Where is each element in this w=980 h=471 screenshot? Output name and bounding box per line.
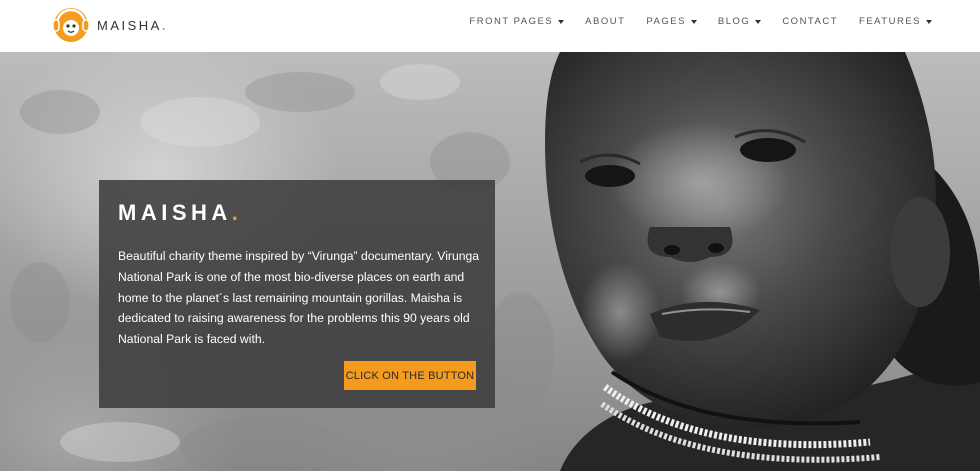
caret-down-icon <box>558 19 565 24</box>
nav-label: FEATURES <box>859 16 921 27</box>
site-header: MAISHA. FRONT PAGES ABOUT PAGES BLOG CON… <box>0 0 980 52</box>
hero-title-dot: . <box>231 200 243 225</box>
site-logo[interactable]: MAISHA. <box>50 5 168 45</box>
hero-title: MAISHA. <box>118 200 242 226</box>
caret-down-icon <box>926 19 932 24</box>
logo-text: MAISHA. <box>97 18 168 33</box>
main-nav: FRONT PAGES ABOUT PAGES BLOG CONTACT FEA… <box>469 16 932 27</box>
monkey-with-headphones-icon <box>52 8 90 42</box>
nav-label: CONTACT <box>782 16 839 27</box>
nav-item-blog[interactable]: BLOG <box>717 16 762 27</box>
hero-content-box: MAISHA. Beautiful charity theme inspired… <box>99 180 495 408</box>
hero-description: Beautiful charity theme inspired by “Vir… <box>118 249 480 347</box>
cta-button[interactable]: CLICK ON THE BUTTON <box>344 361 476 390</box>
nav-item-pages[interactable]: PAGES <box>646 16 697 27</box>
nav-item-front-pages[interactable]: FRONT PAGES <box>469 16 565 27</box>
nav-item-about[interactable]: ABOUT <box>585 16 625 27</box>
caret-down-icon <box>755 19 762 24</box>
nav-label: ABOUT <box>585 16 626 27</box>
nav-label: FRONT PAGES <box>469 16 554 27</box>
nav-label: BLOG <box>717 16 751 27</box>
hero-section: MAISHA. Beautiful charity theme inspired… <box>0 52 980 471</box>
brand-name: MAISHA <box>97 17 162 33</box>
nav-item-contact[interactable]: CONTACT <box>782 16 838 27</box>
hero-title-text: MAISHA <box>118 200 232 225</box>
brand-dot: . <box>161 17 168 33</box>
nav-item-features[interactable]: FEATURES <box>859 16 932 27</box>
caret-down-icon <box>690 19 697 24</box>
nav-label: PAGES <box>646 16 686 27</box>
